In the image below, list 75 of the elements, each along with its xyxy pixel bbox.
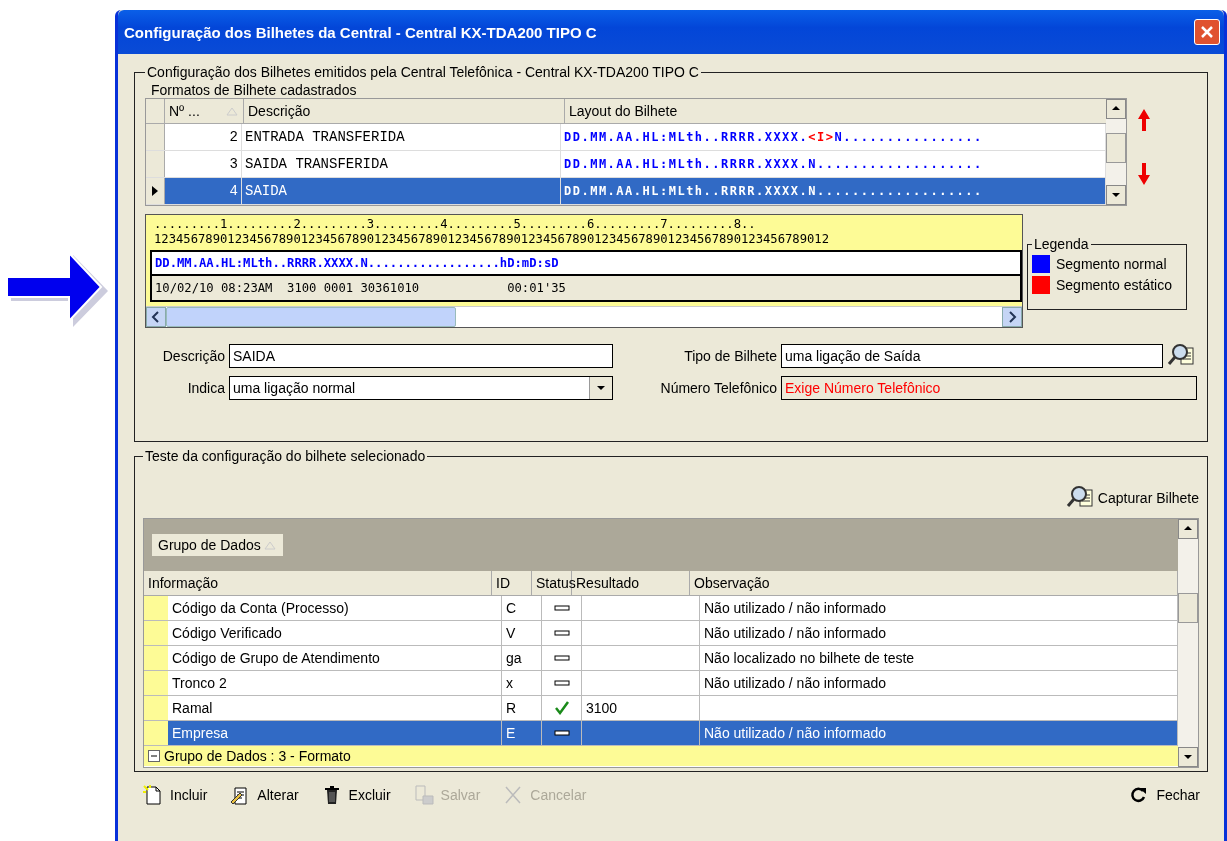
table-cell: V xyxy=(502,621,542,645)
window-title: Configuração dos Bilhetes da Central - Central KX-TDA200 TIPO C xyxy=(124,23,597,41)
legend-label: Segmento normal xyxy=(1056,256,1167,272)
table-cell: ga xyxy=(502,646,542,670)
close-button[interactable] xyxy=(1194,19,1220,45)
description-field[interactable]: SAIDA xyxy=(229,344,613,368)
vertical-scrollbar[interactable] xyxy=(1178,519,1198,767)
table-cell: Código de Grupo de Atendimento xyxy=(168,646,502,670)
column-header[interactable]: Layout do Bilhete xyxy=(565,99,1106,123)
table-cell: x xyxy=(502,671,542,695)
scroll-left-icon[interactable] xyxy=(151,311,161,323)
close-icon xyxy=(1200,25,1214,39)
toolbar-button[interactable]: Incluir xyxy=(138,782,212,808)
legend-title: Legenda xyxy=(1033,236,1090,252)
table-cell: Não utilizado / não informado xyxy=(700,721,1178,745)
phone-number-field: Exige Número Telefônico xyxy=(781,376,1197,400)
toolbar-button[interactable]: Alterar xyxy=(225,782,303,808)
column-header[interactable]: Descrição xyxy=(244,99,565,123)
sort-icon xyxy=(262,540,277,550)
table-cell: 3 xyxy=(165,151,242,177)
scroll-right-icon[interactable] xyxy=(1007,311,1017,323)
table-cell: E xyxy=(502,721,542,745)
group-row-label: Grupo de Dados : 3 - Formato xyxy=(164,748,351,764)
table-cell: 3100 xyxy=(582,696,700,720)
table-cell: ENTRADA TRANSFERIDA xyxy=(242,124,561,150)
field-label: Indica xyxy=(186,380,225,396)
table-cell: SAIDA xyxy=(242,178,561,204)
table-row[interactable]: 4 SAIDA DD.MM.AA.HL:MLth..RRRR.XXXX.N................... xyxy=(146,178,1106,205)
table-cell: Código da Conta (Processo) xyxy=(168,596,502,620)
table-cell: Código Verificado xyxy=(168,621,502,645)
table-cell: R xyxy=(502,696,542,720)
column-header[interactable]: Informação xyxy=(144,571,492,595)
table-row[interactable]: 2 ENTRADA TRANSFERIDA DD.MM.AA.HL:MLth..RRRR.XXXX.<I>N................ xyxy=(146,124,1106,151)
column-header[interactable]: ID xyxy=(492,571,532,595)
group-by-button[interactable]: Grupo de Dados xyxy=(152,534,283,556)
table-cell: 4 xyxy=(165,178,242,204)
new-document-icon xyxy=(142,784,164,806)
ruler-digits: 12345678901234567890123456789012345678901234567890123456789012345678901234567890123456789012 xyxy=(153,232,831,247)
toolbar-button[interactable]: Excluir xyxy=(316,782,395,808)
table-row[interactable]: Tronco 2 x Não utilizado / não informado xyxy=(144,671,1178,696)
column-header[interactable]: Nº ... xyxy=(165,99,244,123)
table-row[interactable]: Código Verificado V Não utilizado / não informado xyxy=(144,621,1178,646)
row-pointer-icon xyxy=(151,185,159,197)
table-cell: SAIDA TRANSFERIDA xyxy=(242,151,561,177)
formats-label: Formatos de Bilhete cadastrados xyxy=(151,82,358,98)
table-cell: DD.MM.AA.HL:MLth..RRRR.XXXX.N................... xyxy=(561,178,1106,204)
table-cell: 2 xyxy=(165,124,242,150)
scrollbar-thumb[interactable] xyxy=(1106,133,1126,163)
horizontal-scrollbar[interactable] xyxy=(146,306,1022,327)
table-row[interactable]: Empresa E Não utilizado / não informado xyxy=(144,721,1178,746)
table-cell: Empresa xyxy=(168,721,502,745)
toolbar-button[interactable]: Fechar xyxy=(1124,782,1204,808)
table-cell: Tronco 2 xyxy=(168,671,502,695)
scrollbar-thumb[interactable] xyxy=(1178,593,1198,623)
move-down-arrow-icon[interactable] xyxy=(1137,162,1151,186)
sort-icon xyxy=(225,106,239,116)
table-row[interactable]: Código da Conta (Processo) C Não utilizado / não informado xyxy=(144,596,1178,621)
indica-dropdown[interactable]: uma ligação normal xyxy=(229,376,613,400)
group-title: Configuração dos Bilhetes emitidos pela Central Telefônica - Central KX-TDA200 TIPO C xyxy=(146,64,700,80)
table-cell: C xyxy=(502,596,542,620)
legend-label: Segmento estático xyxy=(1056,277,1172,293)
ticket-type-field[interactable]: uma ligação de Saída xyxy=(781,344,1163,368)
field-label: Tipo de Bilhete xyxy=(683,348,777,364)
ruler-tens: .........1.........2.........3.........4.........5.........6.........7.........8.. xyxy=(153,217,757,232)
scrollbar-thumb[interactable] xyxy=(166,307,456,327)
save-document-icon xyxy=(412,784,435,806)
group-title: Teste da configuração do bilhete selecionado xyxy=(144,448,427,464)
move-up-arrow-icon[interactable] xyxy=(1137,108,1151,132)
field-label: Número Telefônico xyxy=(659,380,777,396)
table-cell: Ramal xyxy=(168,696,502,720)
vertical-scrollbar[interactable] xyxy=(1106,99,1126,205)
table-row[interactable]: Código de Grupo de Atendimento ga Não localizado no bilhete de teste xyxy=(144,646,1178,671)
field-label: Descrição xyxy=(161,348,225,364)
collapse-icon[interactable] xyxy=(148,750,160,762)
capture-button[interactable]: Capturar Bilhete xyxy=(1065,484,1199,512)
